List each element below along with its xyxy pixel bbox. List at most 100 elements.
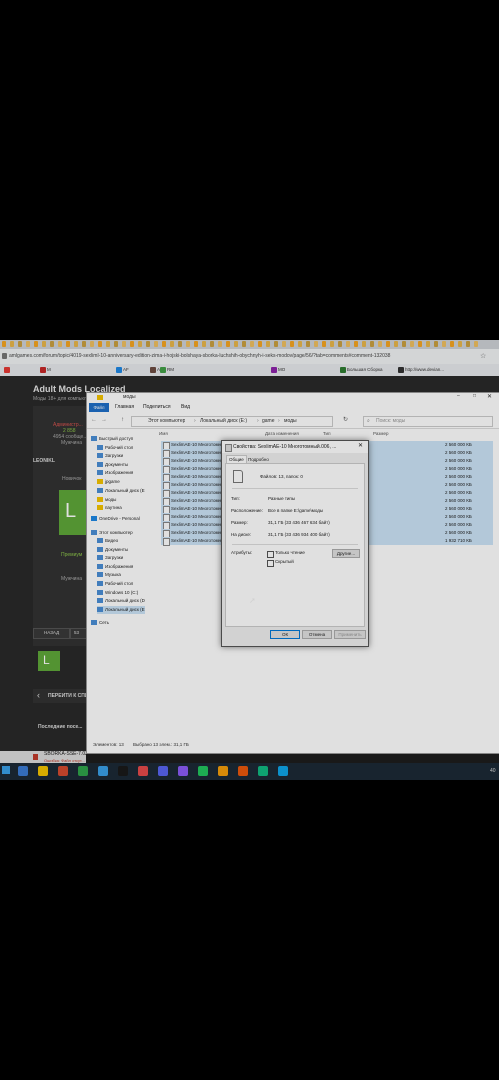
nav-item[interactable]: Локальный диск (D	[97, 597, 145, 605]
nav-item[interactable]: паутина	[97, 504, 122, 512]
tab-favicon-icon[interactable]	[242, 341, 246, 347]
nav-item[interactable]: моды	[97, 496, 116, 504]
ribbon-tab-share[interactable]: Поделиться	[143, 404, 171, 411]
taskbar-app-icon[interactable]	[258, 766, 268, 776]
taskbar-app-icon[interactable]	[278, 766, 288, 776]
tab-favicon-icon[interactable]	[10, 341, 14, 347]
nav-item[interactable]: Документы	[97, 461, 128, 469]
nav-item[interactable]: Быстрый доступ	[91, 435, 133, 443]
tab-favicon-icon[interactable]	[26, 341, 30, 347]
ribbon-tab-view[interactable]: Вид	[181, 404, 190, 411]
star-icon[interactable]: ☆	[480, 352, 486, 360]
tab-favicon-icon[interactable]	[306, 341, 310, 347]
tab-favicon-icon[interactable]	[34, 341, 38, 347]
close-button[interactable]: ✕	[487, 393, 492, 400]
tab-favicon-icon[interactable]	[442, 341, 446, 347]
nav-item[interactable]: Windows 10 (C:)	[97, 589, 138, 597]
column-size[interactable]: Размер	[373, 431, 388, 436]
tab-general[interactable]: Общие	[226, 455, 247, 463]
tab-favicon-icon[interactable]	[402, 341, 406, 347]
hidden-label[interactable]: Скрытый	[275, 559, 294, 565]
nav-item[interactable]: Видео	[97, 537, 118, 545]
tab-favicon-icon[interactable]	[394, 341, 398, 347]
tab-favicon-icon[interactable]	[418, 341, 422, 347]
user-name[interactable]: LEONIKL	[33, 458, 55, 464]
tab-favicon-icon[interactable]	[346, 341, 350, 347]
bookmark-item[interactable]: AF	[116, 366, 129, 374]
apply-button[interactable]: Применить	[334, 630, 366, 639]
taskbar-app-icon[interactable]	[98, 766, 108, 776]
pager-back-button[interactable]: НАЗАД	[33, 628, 70, 639]
tab-favicon-icon[interactable]	[362, 341, 366, 347]
tab-favicon-icon[interactable]	[322, 341, 326, 347]
tab-favicon-icon[interactable]	[74, 341, 78, 347]
tab-favicon-icon[interactable]	[138, 341, 142, 347]
nav-item[interactable]: Изображения	[97, 563, 133, 571]
column-type[interactable]: Тип	[323, 431, 331, 436]
pager-page-button[interactable]: 53	[70, 628, 87, 639]
nav-item[interactable]: Изображения	[97, 469, 133, 477]
tab-favicon-icon[interactable]	[290, 341, 294, 347]
tab-favicon-icon[interactable]	[178, 341, 182, 347]
tab-favicon-icon[interactable]	[122, 341, 126, 347]
nav-item[interactable]: Локальный диск (E	[97, 606, 145, 614]
tab-favicon-icon[interactable]	[250, 341, 254, 347]
ribbon-tab-home[interactable]: Главная	[115, 404, 134, 411]
tab-favicon-icon[interactable]	[114, 341, 118, 347]
column-name[interactable]: Имя	[159, 431, 168, 436]
taskbar-app-icon[interactable]	[178, 766, 188, 776]
nav-item[interactable]: Сеть	[91, 619, 109, 627]
tab-favicon-icon[interactable]	[226, 341, 230, 347]
windows-start-icon[interactable]	[2, 766, 10, 774]
search-box[interactable]: ⌕ Поиск: моды	[363, 416, 493, 427]
tab-favicon-icon[interactable]	[66, 341, 70, 347]
tab-favicon-icon[interactable]	[426, 341, 430, 347]
nav-item[interactable]: Этот компьютер	[91, 529, 133, 537]
ok-button[interactable]: ОК	[270, 630, 300, 639]
tab-favicon-icon[interactable]	[266, 341, 270, 347]
tab-favicon-icon[interactable]	[106, 341, 110, 347]
tab-favicon-icon[interactable]	[2, 341, 6, 347]
tab-favicon-icon[interactable]	[458, 341, 462, 347]
tab-favicon-icon[interactable]	[170, 341, 174, 347]
tab-favicon-icon[interactable]	[90, 341, 94, 347]
maximize-button[interactable]: □	[473, 393, 476, 399]
bookmark-item[interactable]: http://www.devian...	[398, 366, 444, 374]
nav-item[interactable]: Рабочий стол	[97, 444, 133, 452]
taskbar-app-icon[interactable]	[198, 766, 208, 776]
readonly-label[interactable]: Только чтение	[275, 550, 305, 556]
download-file-icon[interactable]	[33, 754, 38, 760]
tab-favicon-icon[interactable]	[186, 341, 190, 347]
tab-favicon-icon[interactable]	[234, 341, 238, 347]
tab-favicon-icon[interactable]	[370, 341, 374, 347]
tab-favicon-icon[interactable]	[298, 341, 302, 347]
taskbar-app-icon[interactable]	[238, 766, 248, 776]
browser-tab-strip[interactable]	[0, 340, 499, 349]
tab-favicon-icon[interactable]	[434, 341, 438, 347]
goto-list-button[interactable]: ‹ ПЕРЕЙТИ К СПИ...	[33, 689, 86, 703]
nav-item[interactable]: Загрузки	[97, 452, 123, 460]
avatar[interactable]: L	[59, 490, 86, 535]
nav-item[interactable]: jpgame	[97, 478, 120, 486]
nav-item[interactable]: Локальный диск (E	[97, 487, 145, 495]
tab-favicon-icon[interactable]	[274, 341, 278, 347]
ribbon-tab-file[interactable]: Файл	[89, 403, 109, 412]
tab-favicon-icon[interactable]	[474, 341, 478, 347]
clock-label[interactable]: 40	[490, 768, 496, 775]
taskbar-app-icon[interactable]	[138, 766, 148, 776]
forward-arrow-icon[interactable]: →	[101, 417, 107, 423]
tab-favicon-icon[interactable]	[98, 341, 102, 347]
tab-favicon-icon[interactable]	[218, 341, 222, 347]
taskbar-app-icon[interactable]	[38, 766, 48, 776]
tab-favicon-icon[interactable]	[42, 341, 46, 347]
tab-favicon-icon[interactable]	[130, 341, 134, 347]
tab-favicon-icon[interactable]	[330, 341, 334, 347]
tab-favicon-icon[interactable]	[354, 341, 358, 347]
tab-favicon-icon[interactable]	[314, 341, 318, 347]
tab-favicon-icon[interactable]	[194, 341, 198, 347]
tab-favicon-icon[interactable]	[282, 341, 286, 347]
tab-favicon-icon[interactable]	[378, 341, 382, 347]
minimize-button[interactable]: –	[457, 393, 460, 399]
dialog-close-button[interactable]: ✕	[358, 442, 363, 449]
tab-favicon-icon[interactable]	[450, 341, 454, 347]
